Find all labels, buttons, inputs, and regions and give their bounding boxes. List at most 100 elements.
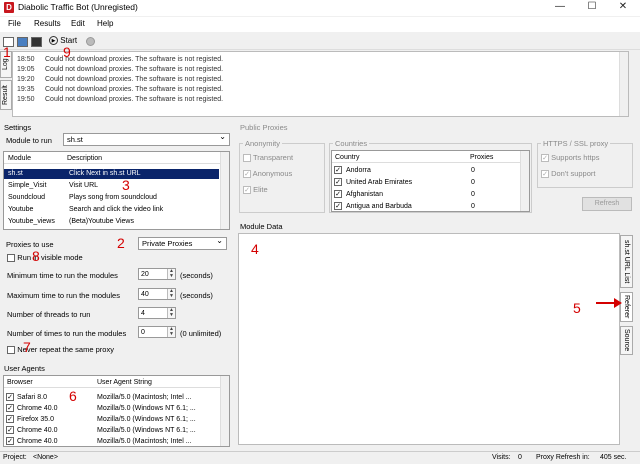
modules-scrollbar[interactable] <box>220 152 229 229</box>
stepper-arrows-icon[interactable]: ▲ ▼ <box>167 308 175 318</box>
save-icon[interactable] <box>31 37 42 47</box>
visible-mode-checkbox[interactable]: Run in visible mode <box>7 253 83 262</box>
title-bar: D Diabolic Traffic Bot (Unregisted) — ☐ … <box>0 0 640 16</box>
dont-support-option[interactable]: ✓ Don't support <box>541 169 595 179</box>
ssl-group <box>537 143 633 188</box>
threads-label: Number of threads to run <box>7 310 91 319</box>
list-item[interactable]: sh.st Click Next in sh.st URL <box>4 169 219 179</box>
threads-stepper[interactable]: 4 ▲ ▼ <box>138 307 176 319</box>
list-item[interactable]: ✓ United Arab Emirates 0 <box>332 178 522 188</box>
supports-https-option[interactable]: ✓ Supports https <box>541 153 599 163</box>
module-data-editor[interactable] <box>238 233 620 445</box>
min-time-stepper[interactable]: 20 ▲ ▼ <box>138 268 176 280</box>
status-bar: Project: <None> Visits: 0 Proxy Refresh … <box>0 451 640 464</box>
checkbox-checked-icon: ✓ <box>6 437 14 445</box>
log-row: 18:50 Could not download proxies. The sof… <box>17 56 224 63</box>
list-item[interactable]: ✓ Antigua and Barbuda 0 <box>332 202 522 211</box>
transparent-option[interactable]: Transparent <box>243 153 293 163</box>
refresh-button[interactable]: Refresh <box>582 197 632 211</box>
module-data-label: Module Data <box>240 222 283 231</box>
annotation-8: 8 <box>32 248 40 264</box>
list-item[interactable]: ✓ Afghanistan 0 <box>332 190 522 200</box>
times-label: Number of times to run the modules <box>7 329 127 338</box>
annotation-7: 7 <box>23 339 31 355</box>
stepper-arrows-icon[interactable]: ▲ ▼ <box>167 327 175 337</box>
list-item[interactable]: ✓ Chrome 40.0 Mozilla/5.0 (Windows NT 6.1;… <box>4 426 219 436</box>
countries-header: Country Proxies <box>332 151 529 163</box>
checkbox-checked-icon: ✓ <box>541 154 549 163</box>
settings-label: Settings <box>4 123 32 132</box>
user-agents-header: Browser User Agent String <box>4 376 229 388</box>
menu-results[interactable]: Results <box>34 19 61 28</box>
max-time-stepper[interactable]: 40 ▲ ▼ <box>138 288 176 300</box>
times-stepper[interactable]: 0 ▲ ▼ <box>138 326 176 338</box>
checkbox-box[interactable] <box>7 345 15 354</box>
list-item[interactable]: ✓ Chrome 40.0 Mozilla/5.0 (Windows NT 6.1;… <box>4 404 219 414</box>
project-value: <None> <box>33 454 58 461</box>
stop-icon[interactable] <box>86 37 95 46</box>
user-agents-scrollbar[interactable] <box>220 376 229 446</box>
project-label: Project: <box>3 454 27 461</box>
max-time-label: Maximum time to run the modules <box>7 291 120 300</box>
app-logo-icon: D <box>4 2 14 13</box>
stepper-arrows-icon[interactable]: ▲ ▼ <box>167 269 175 279</box>
annotation-9: 9 <box>63 44 71 60</box>
log-row: 19:35 Could not download proxies. The sof… <box>17 86 224 93</box>
checkbox-checked-icon: ✓ <box>541 170 549 179</box>
module-to-run-label: Module to run <box>6 136 52 145</box>
visits-label: Visits: <box>492 454 511 461</box>
list-item[interactable]: ✓ Chrome 40.0 Mozilla/5.0 (Macintosh; Inte… <box>4 437 219 446</box>
open-folder-icon[interactable] <box>17 37 28 47</box>
list-item[interactable]: ✓ Firefox 35.0 Mozilla/5.0 (Windows NT 6.1… <box>4 415 219 425</box>
countries-label: Countries <box>333 139 370 148</box>
log-panel: 18:50 Could not download proxies. The sof… <box>12 51 629 117</box>
list-item[interactable]: Youtube_views (Beta)Youtube Views <box>4 217 219 227</box>
proxy-refresh-value: 405 sec. <box>600 454 627 461</box>
maximize-button[interactable]: ☐ <box>577 0 607 15</box>
checkbox-checked-icon: ✓ <box>243 186 251 195</box>
proxies-select[interactable]: Private Proxies <box>138 236 227 250</box>
list-item[interactable]: Simple_Visit Visit URL <box>4 181 219 191</box>
arrow-head-icon <box>614 298 622 308</box>
menu-edit[interactable]: Edit <box>71 19 85 28</box>
menu-file[interactable]: File <box>8 19 21 28</box>
proxies-to-use-label: Proxies to use <box>6 240 54 249</box>
annotation-3: 3 <box>122 177 130 193</box>
minimize-button[interactable]: — <box>545 0 575 15</box>
elite-option[interactable]: ✓ Elite <box>243 185 268 195</box>
annotation-2: 2 <box>117 235 125 251</box>
menu-bar: File Results Edit Help <box>0 17 640 32</box>
log-row: 19:05 Could not download proxies. The sof… <box>17 66 224 73</box>
checkbox-checked-icon: ✓ <box>6 415 14 423</box>
module-select[interactable]: sh.st <box>63 132 230 146</box>
list-item[interactable]: Soundcloud Plays song from soundcloud <box>4 193 219 203</box>
user-agents-list: Browser User Agent String ✓ Safari 8.0 Moz… <box>3 375 230 447</box>
stepper-arrows-icon[interactable]: ▲ ▼ <box>167 289 175 299</box>
checkbox-checked-icon: ✓ <box>334 166 342 174</box>
countries-scrollbar[interactable] <box>520 151 529 211</box>
modules-header: Module Description <box>4 152 229 164</box>
unlimited-label: (0 unlimited) <box>180 329 222 338</box>
anonymity-label: Anonymity <box>243 139 283 148</box>
tab-source[interactable]: Source <box>620 326 633 355</box>
user-agents-label: User Agents <box>4 364 45 373</box>
close-button[interactable]: ✕ <box>608 0 638 15</box>
list-item[interactable]: ✓ Andorra 0 <box>332 166 522 176</box>
log-scrollbar[interactable] <box>619 52 628 116</box>
list-item[interactable]: ✓ Safari 8.0 Mozilla/5.0 (Macintosh; Intel… <box>4 393 219 403</box>
checkbox-box[interactable] <box>7 253 15 262</box>
window-title: Diabolic Traffic Bot (Unregisted) <box>18 2 138 12</box>
menu-help[interactable]: Help <box>97 19 113 28</box>
annotation-6: 6 <box>69 388 77 404</box>
list-item[interactable]: Youtube Search and click the video link <box>4 205 219 215</box>
tab-result[interactable]: Result <box>0 80 12 110</box>
visible-mode-label: Run in visible mode <box>17 253 83 262</box>
play-icon: ▶ <box>49 36 58 46</box>
anonymous-option[interactable]: ✓ Anonymous <box>243 169 292 179</box>
checkbox-checked-icon: ✓ <box>334 178 342 186</box>
ssl-label: HTTPS / SSL proxy <box>541 139 611 148</box>
checkbox-checked-icon: ✓ <box>334 190 342 198</box>
checkbox-checked-icon: ✓ <box>243 170 251 179</box>
visits-value: 0 <box>518 454 522 461</box>
tab-shst-url-list[interactable]: sh.st URL List <box>620 235 633 288</box>
